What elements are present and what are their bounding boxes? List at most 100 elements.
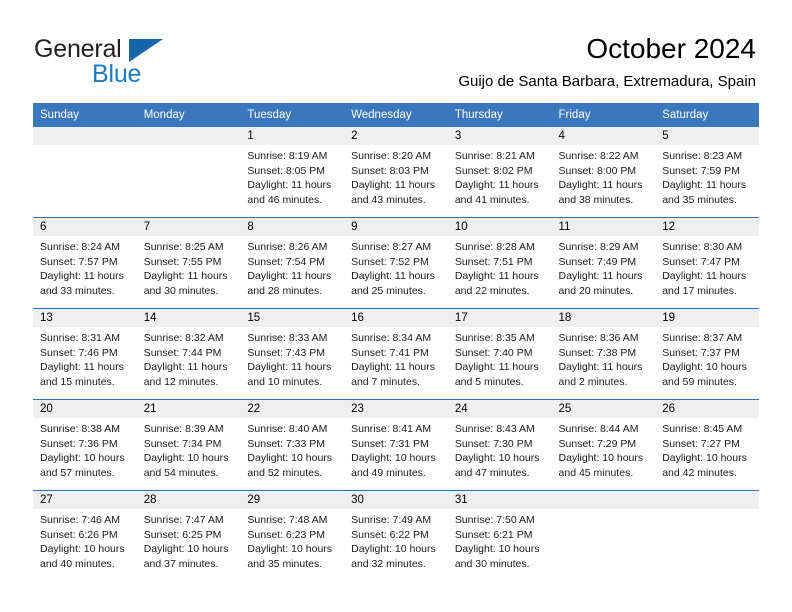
calendar-day-cell[interactable]: 7 Sunrise: 8:25 AM Sunset: 7:55 PM Daylight… xyxy=(136,217,241,309)
day-details: Sunrise: 8:22 AM Sunset: 8:00 PM Daylight:… xyxy=(552,145,656,207)
day-details: Sunrise: 7:48 AM Sunset: 6:23 PM Daylight:… xyxy=(240,509,344,571)
day-number: 17 xyxy=(447,309,552,327)
calendar-day-cell[interactable]: 10 Sunrise: 8:28 AM Sunset: 7:51 PM Dayligh… xyxy=(447,217,552,309)
page-header: General Blue October 2024 Guijo de Santa… xyxy=(0,0,792,99)
logo-text-blue: Blue xyxy=(92,60,142,88)
calendar-day-cell[interactable]: 6 Sunrise: 8:24 AM Sunset: 7:57 PM Daylight… xyxy=(33,217,137,309)
day-number: 26 xyxy=(655,400,759,418)
day-number xyxy=(655,491,759,509)
calendar-day-cell[interactable]: 5 Sunrise: 8:23 AM Sunset: 7:59 PM Daylight… xyxy=(655,127,759,218)
sunrise-time: Sunrise: 8:36 AM xyxy=(558,332,639,344)
calendar-day-cell[interactable]: 22 Sunrise: 8:40 AM Sunset: 7:33 PM Dayligh… xyxy=(240,399,345,491)
day-number: 28 xyxy=(136,491,241,509)
calendar-day-cell[interactable]: 28 Sunrise: 7:47 AM Sunset: 6:25 PM Dayligh… xyxy=(136,490,241,581)
daylight-duration-line1: Daylight: 11 hours xyxy=(247,270,332,283)
sunrise-time: Sunrise: 8:27 AM xyxy=(351,241,432,253)
calendar-day-cell[interactable]: 25 Sunrise: 8:44 AM Sunset: 7:29 PM Dayligh… xyxy=(551,399,656,491)
day-details: Sunrise: 8:39 AM Sunset: 7:34 PM Daylight:… xyxy=(137,418,241,480)
calendar-day-cell[interactable]: 13 Sunrise: 8:31 AM Sunset: 7:46 PM Dayligh… xyxy=(33,308,137,400)
day-number: 11 xyxy=(551,218,656,236)
daylight-duration-line1: Daylight: 10 hours xyxy=(143,543,229,556)
weekday-header-tuesday: Tuesday xyxy=(240,103,345,127)
calendar-day-cell-empty xyxy=(33,127,137,218)
calendar-day-cell[interactable]: 20 Sunrise: 8:38 AM Sunset: 7:36 PM Dayligh… xyxy=(33,399,137,491)
sunset-time: Sunset: 7:57 PM xyxy=(40,255,118,268)
calendar-day-cell[interactable]: 15 Sunrise: 8:33 AM Sunset: 7:43 PM Dayligh… xyxy=(240,308,345,400)
day-number: 9 xyxy=(344,218,448,236)
daylight-duration-line1: Daylight: 10 hours xyxy=(558,452,644,465)
calendar-week-row: 27 Sunrise: 7:46 AM Sunset: 6:26 PM Dayligh… xyxy=(33,490,759,581)
daylight-duration-line2: and 5 minutes. xyxy=(454,375,524,388)
calendar-day-cell-empty xyxy=(551,490,656,581)
sunrise-time: Sunrise: 8:25 AM xyxy=(143,241,224,253)
calendar-day-cell[interactable]: 12 Sunrise: 8:30 AM Sunset: 7:47 PM Dayligh… xyxy=(655,217,759,309)
day-number: 12 xyxy=(655,218,759,236)
generalblue-logo[interactable]: General Blue xyxy=(34,36,214,90)
day-details: Sunrise: 8:37 AM Sunset: 7:37 PM Daylight:… xyxy=(655,327,759,389)
daylight-duration-line1: Daylight: 11 hours xyxy=(143,361,228,374)
sunrise-time: Sunrise: 8:40 AM xyxy=(247,423,328,435)
day-number: 14 xyxy=(136,309,241,327)
day-number: 31 xyxy=(447,491,552,509)
day-details: Sunrise: 8:40 AM Sunset: 7:33 PM Daylight:… xyxy=(240,418,344,480)
sunrise-time: Sunrise: 8:33 AM xyxy=(247,332,328,344)
sunset-time: Sunset: 7:51 PM xyxy=(454,255,533,268)
sunrise-time: Sunrise: 7:49 AM xyxy=(351,514,432,526)
calendar-day-cell-empty xyxy=(136,127,241,218)
sunrise-time: Sunrise: 8:32 AM xyxy=(143,332,224,344)
calendar-day-cell[interactable]: 19 Sunrise: 8:37 AM Sunset: 7:37 PM Dayligh… xyxy=(655,308,759,400)
calendar-day-cell-empty xyxy=(655,490,759,581)
calendar-page: General Blue October 2024 Guijo de Santa… xyxy=(0,0,792,612)
sunset-time: Sunset: 7:43 PM xyxy=(247,346,326,359)
page-title: October 2024 xyxy=(586,33,756,64)
sunrise-time: Sunrise: 8:24 AM xyxy=(40,241,120,253)
sunset-time: Sunset: 7:46 PM xyxy=(40,346,118,359)
calendar-day-cell[interactable]: 23 Sunrise: 8:41 AM Sunset: 7:31 PM Dayligh… xyxy=(344,399,448,491)
day-details: Sunrise: 8:31 AM Sunset: 7:46 PM Daylight:… xyxy=(33,327,137,389)
daylight-duration-line1: Daylight: 11 hours xyxy=(247,361,332,374)
sunset-time: Sunset: 7:27 PM xyxy=(662,437,740,450)
day-number xyxy=(551,491,656,509)
sunrise-time: Sunrise: 8:23 AM xyxy=(662,150,743,162)
calendar-day-cell[interactable]: 16 Sunrise: 8:34 AM Sunset: 7:41 PM Dayligh… xyxy=(344,308,448,400)
calendar-day-cell[interactable]: 4 Sunrise: 8:22 AM Sunset: 8:00 PM Daylight… xyxy=(551,127,656,218)
calendar-day-cell[interactable]: 18 Sunrise: 8:36 AM Sunset: 7:38 PM Dayligh… xyxy=(551,308,656,400)
day-number: 8 xyxy=(240,218,345,236)
calendar-day-cell[interactable]: 17 Sunrise: 8:35 AM Sunset: 7:40 PM Dayligh… xyxy=(447,308,552,400)
daylight-duration-line2: and 15 minutes. xyxy=(40,375,115,388)
daylight-duration-line2: and 54 minutes. xyxy=(143,466,219,479)
day-number: 4 xyxy=(551,127,656,145)
daylight-duration-line2: and 12 minutes. xyxy=(143,375,219,388)
calendar-day-cell[interactable]: 14 Sunrise: 8:32 AM Sunset: 7:44 PM Dayligh… xyxy=(136,308,241,400)
day-details: Sunrise: 8:23 AM Sunset: 7:59 PM Daylight:… xyxy=(655,145,759,207)
page-subtitle: Guijo de Santa Barbara, Extremadura, Spa… xyxy=(458,73,756,90)
day-number: 5 xyxy=(655,127,759,145)
sunset-time: Sunset: 7:49 PM xyxy=(558,255,637,268)
logo-text-general: General xyxy=(34,35,122,63)
daylight-duration-line1: Daylight: 11 hours xyxy=(454,270,539,283)
calendar-day-cell[interactable]: 11 Sunrise: 8:29 AM Sunset: 7:49 PM Dayligh… xyxy=(551,217,656,309)
sunrise-time: Sunrise: 7:50 AM xyxy=(454,514,535,526)
calendar-day-cell[interactable]: 29 Sunrise: 7:48 AM Sunset: 6:23 PM Dayligh… xyxy=(240,490,345,581)
sunset-time: Sunset: 7:47 PM xyxy=(662,255,740,268)
day-details: Sunrise: 8:30 AM Sunset: 7:47 PM Daylight:… xyxy=(655,236,759,298)
calendar-day-cell[interactable]: 8 Sunrise: 8:26 AM Sunset: 7:54 PM Daylight… xyxy=(240,217,345,309)
calendar-day-cell[interactable]: 31 Sunrise: 7:50 AM Sunset: 6:21 PM Dayligh… xyxy=(447,490,552,581)
day-details: Sunrise: 8:44 AM Sunset: 7:29 PM Daylight:… xyxy=(552,418,656,480)
calendar-day-cell[interactable]: 30 Sunrise: 7:49 AM Sunset: 6:22 PM Dayligh… xyxy=(344,490,448,581)
calendar-day-cell[interactable]: 21 Sunrise: 8:39 AM Sunset: 7:34 PM Dayligh… xyxy=(136,399,241,491)
day-number: 25 xyxy=(551,400,656,418)
calendar-day-cell[interactable]: 2 Sunrise: 8:20 AM Sunset: 8:03 PM Daylight… xyxy=(344,127,448,218)
calendar-day-cell[interactable]: 24 Sunrise: 8:43 AM Sunset: 7:30 PM Dayligh… xyxy=(447,399,552,491)
calendar-day-cell[interactable]: 9 Sunrise: 8:27 AM Sunset: 7:52 PM Daylight… xyxy=(344,217,448,309)
calendar-day-cell[interactable]: 27 Sunrise: 7:46 AM Sunset: 6:26 PM Dayligh… xyxy=(33,490,137,581)
weekday-header-saturday: Saturday xyxy=(655,103,759,127)
daylight-duration-line2: and 40 minutes. xyxy=(40,557,115,570)
calendar-day-cell[interactable]: 26 Sunrise: 8:45 AM Sunset: 7:27 PM Dayligh… xyxy=(655,399,759,491)
day-details: Sunrise: 8:26 AM Sunset: 7:54 PM Daylight:… xyxy=(240,236,344,298)
day-number: 18 xyxy=(551,309,656,327)
sunrise-time: Sunrise: 8:38 AM xyxy=(40,423,120,435)
calendar-day-cell[interactable]: 1 Sunrise: 8:19 AM Sunset: 8:05 PM Daylight… xyxy=(240,127,345,218)
day-number: 3 xyxy=(447,127,552,145)
calendar-day-cell[interactable]: 3 Sunrise: 8:21 AM Sunset: 8:02 PM Daylight… xyxy=(447,127,552,218)
